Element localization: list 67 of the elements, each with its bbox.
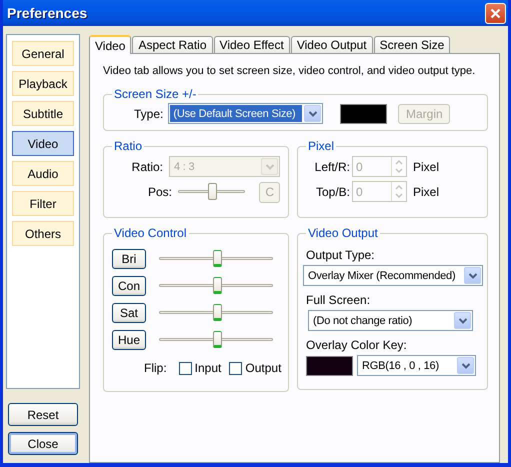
- group-title: Screen Size +/-: [113, 87, 198, 101]
- tab[interactable]: Video Effect: [214, 36, 290, 53]
- checkbox-label: Output: [245, 361, 282, 375]
- category-button[interactable]: Filter: [12, 191, 74, 216]
- close-button[interactable]: [485, 2, 506, 24]
- field-label: Top/B:: [314, 184, 350, 198]
- checkbox[interactable]: [178, 362, 192, 374]
- dropdown-value: (Use Default Screen Size): [170, 105, 302, 122]
- window-title: Preferences: [7, 5, 88, 21]
- category-button[interactable]: Subtitle: [12, 101, 74, 126]
- dialog-button[interactable]: Close: [8, 432, 78, 455]
- field-label: Pos:: [148, 185, 172, 199]
- group-title: Video Control: [113, 226, 188, 240]
- close-icon: [490, 8, 501, 18]
- category-button[interactable]: Audio: [12, 161, 74, 186]
- checkbox[interactable]: [229, 362, 242, 374]
- category-button[interactable]: General: [12, 41, 74, 66]
- tab[interactable]: Video Output: [290, 36, 373, 53]
- group-title: Video Output: [307, 226, 379, 240]
- chevron-down-icon: [266, 164, 274, 170]
- tab[interactable]: Video: [89, 35, 132, 54]
- field-label: Type:: [134, 106, 164, 120]
- adjust-slider[interactable]: [159, 275, 273, 297]
- adjust-slider[interactable]: [159, 329, 273, 351]
- field-label: Ratio:: [132, 160, 164, 174]
- field-label: Full Screen:: [306, 293, 370, 307]
- color-swatch[interactable]: [340, 104, 388, 124]
- adjust-button[interactable]: Sat: [112, 303, 146, 323]
- dialog-button[interactable]: Reset: [8, 403, 78, 426]
- description-text: Video tab allows you to set screen size, video control, and video output type.: [103, 64, 476, 78]
- dropdown-value: Overlay Mixer (Recommended): [307, 268, 456, 284]
- type-dropdown[interactable]: (Use Default Screen Size): [168, 103, 324, 124]
- chevron-down-icon: [462, 362, 470, 368]
- slider-thumb[interactable]: [213, 304, 222, 321]
- dropdown-value: (Do not change ratio): [312, 314, 414, 328]
- adjust-slider[interactable]: [159, 302, 273, 324]
- color-swatch[interactable]: [306, 356, 354, 376]
- color-key-dropdown[interactable]: RGB(16 , 0 , 16): [357, 355, 476, 376]
- chevron-down-icon: [308, 110, 317, 116]
- group-title: Ratio: [113, 139, 144, 153]
- category-button[interactable]: Others: [12, 221, 74, 246]
- category-button[interactable]: Playback: [12, 71, 74, 96]
- adjust-button[interactable]: Hue: [112, 330, 146, 350]
- chevron-down-icon: [468, 272, 477, 278]
- unit-label: Pixel: [413, 160, 440, 174]
- unit-label: Pixel: [413, 184, 440, 198]
- checkbox-label: Input: [194, 361, 222, 375]
- dropdown-value: RGB(16 , 0 , 16): [361, 358, 440, 374]
- position-slider[interactable]: [178, 181, 246, 203]
- field-label: Overlay Color Key:: [306, 338, 407, 352]
- adjust-button[interactable]: Bri: [112, 249, 146, 269]
- field-label: Flip:: [144, 361, 167, 375]
- slider-thumb[interactable]: [213, 277, 222, 294]
- adjust-slider[interactable]: [159, 248, 273, 270]
- tab[interactable]: Aspect Ratio: [132, 36, 213, 53]
- output-dropdown[interactable]: Overlay Mixer (Recommended): [303, 265, 484, 286]
- category-button[interactable]: Video: [12, 131, 74, 156]
- tab[interactable]: Screen Size: [374, 36, 450, 53]
- slider-thumb[interactable]: [213, 331, 222, 348]
- chevron-down-icon: [458, 318, 467, 324]
- adjust-button[interactable]: Con: [112, 276, 146, 296]
- field-label: Left/R:: [314, 160, 350, 174]
- dropdown-value: 4 : 3: [173, 160, 196, 174]
- field-label: Output Type:: [306, 248, 375, 262]
- output-dropdown[interactable]: (Do not change ratio): [308, 310, 474, 331]
- group-title: Pixel: [307, 139, 336, 153]
- slider-thumb[interactable]: [213, 250, 222, 267]
